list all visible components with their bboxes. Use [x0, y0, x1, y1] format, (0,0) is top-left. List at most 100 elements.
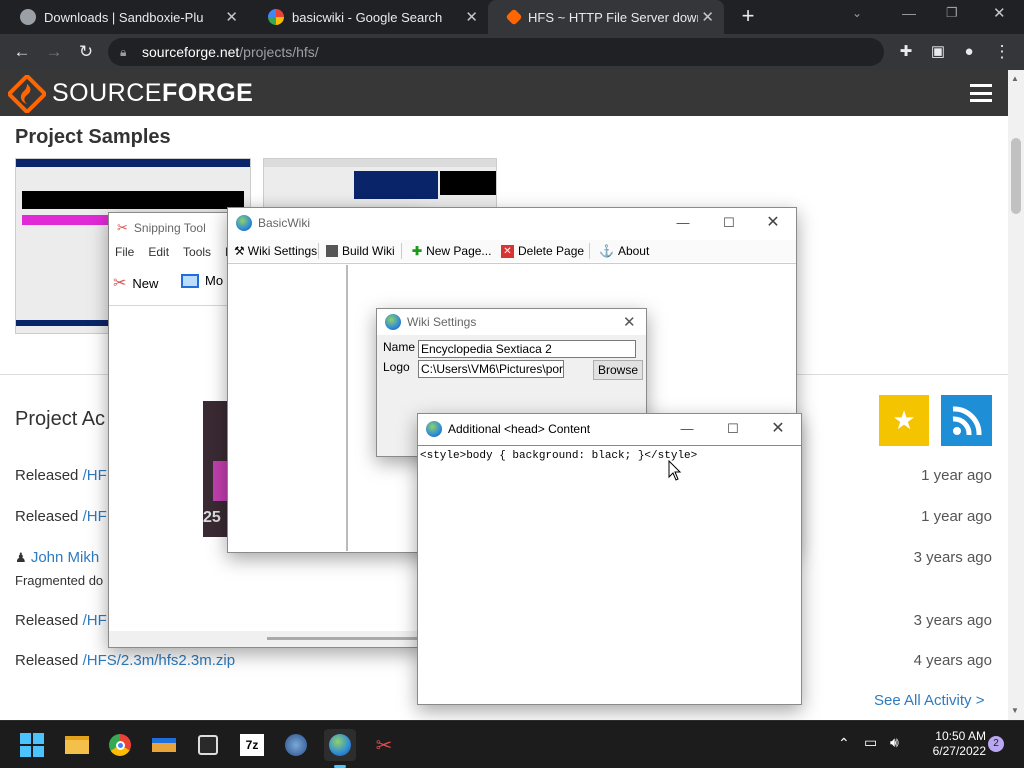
show-hidden-icons-chevron-icon[interactable]: ⌃ [838, 735, 850, 752]
logo-forge-text: FORGE [161, 79, 254, 107]
url-path: /projects/hfs/ [239, 44, 319, 60]
basicwiki-toolbar: ⚒ Wiki Settings Build Wiki ✚ New Page... ✕… [228, 240, 796, 262]
close-icon[interactable]: ✕ [755, 414, 801, 444]
7zip-label: 7z [240, 734, 264, 756]
minimize-icon[interactable]: — [902, 5, 916, 21]
menu-edit[interactable]: Edit [148, 245, 169, 259]
minimize-icon[interactable]: — [664, 414, 710, 444]
about-label: About [617, 244, 650, 258]
new-page-button[interactable]: ✚ New Page... [412, 240, 491, 262]
menu-tools[interactable]: Tools [183, 245, 211, 259]
mode-button[interactable]: Mo [181, 273, 223, 288]
sandboxie-icon[interactable] [148, 729, 180, 761]
reload-icon[interactable]: ↻ [74, 40, 98, 64]
pages-list[interactable] [230, 265, 348, 551]
scroll-up-icon[interactable]: ▲ [1011, 74, 1019, 83]
close-window-icon[interactable]: ✕ [993, 4, 1006, 22]
extensions-icon[interactable]: ✚ [894, 40, 918, 64]
side-panel-icon[interactable]: ▣ [926, 40, 950, 64]
tab-search-icon[interactable]: ⌄ [852, 6, 862, 20]
sourceforge-wordmark[interactable]: SOURCEFORGE [52, 79, 253, 108]
7zip-icon[interactable]: 7z [236, 729, 268, 761]
page-scrollbar[interactable]: ▲ ▼ [1008, 70, 1024, 720]
delete-page-label: Delete Page [518, 244, 585, 258]
star-project-button[interactable]: ★ [879, 395, 929, 446]
activity-link[interactable]: /HFS/2.3m/hfs2.3m.zip [83, 652, 236, 669]
restore-icon[interactable]: ❐ [946, 5, 958, 21]
build-wiki-button[interactable]: Build Wiki [326, 240, 395, 262]
new-snip-button[interactable]: ✂ New [113, 273, 158, 293]
tab-sandboxie[interactable]: Downloads | Sandboxie-Plus ✕ [0, 0, 248, 34]
separator [401, 243, 402, 259]
globe-icon [236, 215, 252, 231]
anchor-icon: ⚓ [599, 244, 614, 258]
logo-path-field[interactable]: C:\Users\VM6\Pictures\porn.PNG [418, 360, 564, 378]
profile-icon[interactable]: ● [957, 40, 981, 64]
horizontal-scrollbar[interactable] [109, 631, 423, 647]
snipping-tool-taskbar-icon[interactable]: ✂ [368, 729, 400, 761]
activity-link[interactable]: /HF [83, 612, 107, 629]
hamburger-menu-icon[interactable] [970, 84, 992, 102]
lock-icon: 🔒︎ [120, 45, 127, 59]
activity-row: Released /HF [15, 467, 107, 484]
project-samples-heading: Project Samples [15, 126, 171, 148]
globe-icon [426, 421, 442, 437]
rss-feed-button[interactable] [941, 395, 992, 446]
activity-prefix: Released [15, 612, 79, 629]
about-button[interactable]: ⚓ About [599, 240, 649, 262]
new-tab-button[interactable]: + [736, 4, 760, 28]
back-icon[interactable]: ← [10, 40, 34, 64]
windows-taskbar: 7z ✂ ⌃ ▭ 🔊︎ 10:50 AM 6/27/2022 2 [0, 720, 1024, 768]
volume-icon[interactable]: 🔊︎ [890, 734, 899, 751]
activity-row: Released /HF [15, 508, 107, 525]
window-title: Additional <head> Content [448, 422, 591, 436]
activity-time: 3 years ago [913, 612, 992, 629]
forward-icon[interactable]: → [42, 40, 66, 64]
separator [318, 243, 319, 259]
activity-row: ♟ John Mikh [15, 549, 99, 566]
delete-page-button[interactable]: ✕ Delete Page [501, 240, 584, 262]
activity-user-link[interactable]: John Mikh [31, 549, 99, 566]
minimize-icon[interactable]: — [660, 208, 706, 238]
close-icon[interactable]: ✕ [225, 8, 238, 26]
start-windows-icon[interactable] [16, 729, 48, 761]
close-icon[interactable]: ✕ [701, 8, 714, 26]
chrome-icon[interactable] [104, 729, 136, 761]
close-icon[interactable]: ✕ [750, 208, 796, 238]
store-icon[interactable] [192, 729, 224, 761]
wiki-settings-button[interactable]: ⚒ Wiki Settings [234, 240, 317, 262]
star-icon: ★ [892, 405, 916, 435]
see-all-activity-link[interactable]: See All Activity > [874, 692, 984, 709]
maximize-icon[interactable]: ☐ [706, 208, 752, 238]
logo-source-text: SOURCE [52, 79, 162, 107]
activity-link[interactable]: /HF [83, 467, 107, 484]
divider [228, 263, 796, 264]
activity-prefix: Released [15, 508, 79, 525]
tab-title: HFS ~ HTTP File Server downloa [528, 9, 698, 25]
notification-badge[interactable]: 2 [988, 736, 1004, 752]
sandbox-app-icon[interactable] [280, 729, 312, 761]
tab-google-search[interactable]: basicwiki - Google Search ✕ [248, 0, 488, 34]
browse-button[interactable]: Browse [593, 360, 643, 380]
scrollbar-thumb[interactable] [1011, 138, 1021, 214]
sourceforge-logo-icon[interactable] [8, 75, 46, 113]
maximize-icon[interactable]: ☐ [710, 414, 756, 444]
activity-link[interactable]: /HF [83, 508, 107, 525]
clock[interactable]: 10:50 AM 6/27/2022 [916, 729, 986, 759]
menu-file[interactable]: File [115, 245, 134, 259]
close-icon[interactable]: ✕ [623, 313, 636, 331]
network-icon[interactable]: ▭ [864, 734, 877, 751]
head-content-editor[interactable]: <style>body { background: black; }</styl… [418, 445, 801, 704]
plus-icon: ✚ [412, 244, 423, 258]
basicwiki-taskbar-icon[interactable] [324, 729, 356, 761]
close-icon[interactable]: ✕ [465, 8, 478, 26]
menu-kebab-icon[interactable]: ⋮ [990, 40, 1014, 64]
file-explorer-icon[interactable] [61, 729, 93, 761]
tab-hfs[interactable]: HFS ~ HTTP File Server downloa ✕ [488, 0, 724, 34]
activity-time: 1 year ago [921, 467, 992, 484]
mouse-cursor-icon [668, 460, 682, 481]
scroll-down-icon[interactable]: ▼ [1011, 706, 1019, 715]
tab-title: basicwiki - Google Search [292, 9, 443, 25]
address-bar[interactable]: 🔒︎ sourceforge.net/projects/hfs/ [108, 38, 884, 66]
wiki-name-field[interactable]: Encyclopedia Sextiaca 2 [418, 340, 636, 358]
